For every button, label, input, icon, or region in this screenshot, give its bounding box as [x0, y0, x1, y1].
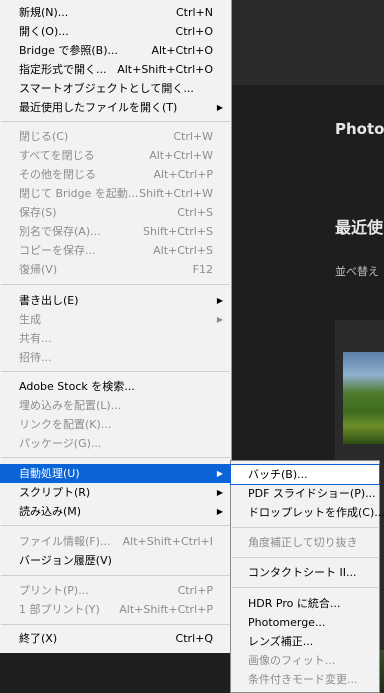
submenu-arrow-icon: ▶ — [216, 469, 223, 478]
menu-item-import[interactable]: 読み込み(M) ▶ — [0, 502, 231, 521]
submenu-item-create-droplet[interactable]: ドロップレットを作成(C)... — [231, 503, 384, 522]
menu-separator — [1, 371, 230, 372]
automate-submenu: バッチ(B)... PDF スライドショー(P)... ドロップレットを作成(C… — [230, 460, 384, 693]
menu-item-package[interactable]: パッケージ(G)... — [0, 434, 231, 453]
menu-item-close-others[interactable]: その他を閉じる Alt+Ctrl+P — [0, 165, 231, 184]
menu-item-open[interactable]: 開く(O)... Ctrl+O — [0, 22, 231, 41]
menu-item-browse-in-bridge[interactable]: Bridge で参照(B)... Alt+Ctrl+O — [0, 41, 231, 60]
menu-item-close-all[interactable]: すべてを閉じる Alt+Ctrl+W — [0, 146, 231, 165]
submenu-item-batch[interactable]: バッチ(B)... — [230, 464, 380, 485]
menu-separator — [232, 527, 378, 528]
menu-item-invite[interactable]: 招待... — [0, 348, 231, 367]
submenu-arrow-icon: ▶ — [216, 315, 223, 324]
menu-item-export[interactable]: 書き出し(E) ▶ — [0, 291, 231, 310]
menu-item-save[interactable]: 保存(S) Ctrl+S — [0, 203, 231, 222]
menu-item-open-as[interactable]: 指定形式で開く... Alt+Shift+Ctrl+O — [0, 60, 231, 79]
menu-item-close[interactable]: 閉じる(C) Ctrl+W — [0, 127, 231, 146]
menu-item-save-as[interactable]: 別名で保存(A)... Shift+Ctrl+S — [0, 222, 231, 241]
submenu-item-lens-correction[interactable]: レンズ補正... — [231, 632, 379, 651]
submenu-item-pdf-slideshow[interactable]: PDF スライドショー(P)... — [231, 484, 379, 503]
menu-item-share[interactable]: 共有... — [0, 329, 231, 348]
app-title: Photos — [335, 120, 384, 138]
menu-item-revert[interactable]: 復帰(V) F12 — [0, 260, 231, 279]
menu-item-file-info[interactable]: ファイル情報(F)... Alt+Shift+Ctrl+I — [0, 532, 231, 551]
menu-item-search-adobe-stock[interactable]: Adobe Stock を検索... — [0, 377, 231, 396]
sort-label[interactable]: 並べ替え — [335, 263, 379, 279]
menu-separator — [1, 624, 230, 625]
recent-heading: 最近使 — [335, 218, 384, 237]
menu-item-open-recent[interactable]: 最近使用したファイルを開く(T) ▶ — [0, 98, 231, 117]
menu-item-automate[interactable]: 自動処理(U) ▶ — [0, 464, 231, 483]
menu-item-save-a-copy[interactable]: コピーを保存... Alt+Ctrl+S — [0, 241, 231, 260]
submenu-arrow-icon: ▶ — [216, 507, 223, 516]
submenu-item-crop-and-straighten[interactable]: 角度補正して切り抜き — [231, 533, 379, 552]
menu-item-place-linked[interactable]: リンクを配置(K)... — [0, 415, 231, 434]
file-menu: 新規(N)... Ctrl+N 開く(O)... Ctrl+O Bridge で参照… — [0, 0, 232, 653]
menu-item-close-and-go-to-bridge[interactable]: 閉じて Bridge を起動... Shift+Ctrl+W — [0, 184, 231, 203]
menu-item-version-history[interactable]: バージョン履歴(V) — [0, 551, 231, 570]
menu-item-generate[interactable]: 生成 ▶ — [0, 310, 231, 329]
menu-item-scripts[interactable]: スクリプト(R) ▶ — [0, 483, 231, 502]
submenu-arrow-icon: ▶ — [216, 296, 223, 305]
submenu-arrow-icon: ▶ — [216, 488, 223, 497]
submenu-item-photomerge[interactable]: Photomerge... — [231, 613, 379, 632]
recent-file-thumbnail[interactable] — [343, 352, 384, 444]
menu-item-print[interactable]: プリント(P)... Ctrl+P — [0, 581, 231, 600]
menu-separator — [232, 587, 378, 588]
submenu-item-merge-to-hdr-pro[interactable]: HDR Pro に統合... — [231, 594, 379, 613]
menu-item-new[interactable]: 新規(N)... Ctrl+N — [0, 3, 231, 22]
menu-item-exit[interactable]: 終了(X) Ctrl+Q — [0, 629, 231, 648]
submenu-arrow-icon: ▶ — [216, 103, 223, 112]
menu-item-place-embedded[interactable]: 埋め込みを配置(L)... — [0, 396, 231, 415]
menu-separator — [232, 557, 378, 558]
menu-separator — [1, 121, 230, 122]
submenu-item-contact-sheet[interactable]: コンタクトシート II... — [231, 563, 379, 582]
menu-separator — [1, 284, 230, 285]
submenu-item-conditional-mode-change[interactable]: 条件付きモード変更... — [231, 670, 379, 689]
menu-item-open-as-smart-object[interactable]: スマートオブジェクトとして開く... — [0, 79, 231, 98]
app-header — [232, 0, 384, 85]
menu-separator — [1, 525, 230, 526]
menu-separator — [1, 575, 230, 576]
menu-item-print-one-copy[interactable]: 1 部プリント(Y) Alt+Shift+Ctrl+P — [0, 600, 231, 619]
menu-separator — [1, 457, 230, 458]
submenu-item-fit-image[interactable]: 画像のフィット... — [231, 651, 379, 670]
